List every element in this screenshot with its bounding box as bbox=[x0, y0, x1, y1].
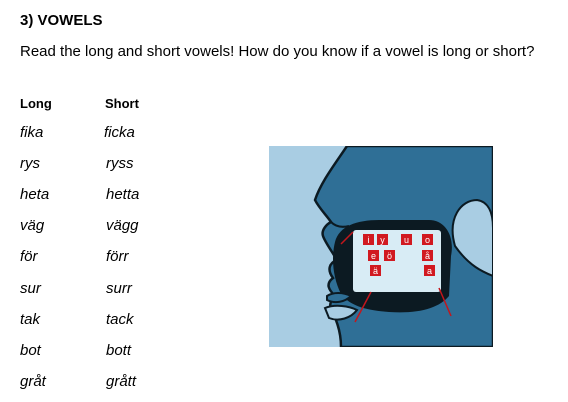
exercise-question: Read the long and short vowels! How do y… bbox=[20, 43, 535, 60]
short-vowel-word: surr bbox=[106, 280, 132, 297]
svg-text:a: a bbox=[427, 266, 432, 276]
exercise-heading: 3) VOWELS bbox=[20, 12, 103, 29]
long-vowel-word: fika bbox=[20, 124, 44, 141]
vowel-label-u: u bbox=[401, 234, 412, 245]
long-vowel-word: rys bbox=[20, 155, 40, 172]
long-vowel-word: väg bbox=[20, 217, 45, 234]
vowel-quadrilateral-image: i y u o e ö å ä a bbox=[269, 144, 495, 349]
column-header-short: Short bbox=[105, 96, 139, 111]
long-vowel-word: bot bbox=[20, 342, 41, 359]
vowel-label-ö: ö bbox=[384, 250, 395, 261]
long-vowel-word: heta bbox=[20, 186, 50, 203]
long-vowel-word: gråt bbox=[20, 373, 46, 390]
long-vowel-word: tak bbox=[20, 311, 41, 328]
svg-text:ä: ä bbox=[373, 266, 378, 276]
svg-text:e: e bbox=[371, 251, 376, 261]
svg-text:å: å bbox=[425, 251, 430, 261]
column-header-long: Long bbox=[20, 96, 52, 111]
svg-text:o: o bbox=[425, 235, 430, 245]
vowel-label-ä: ä bbox=[370, 265, 381, 276]
vowel-label-i: i bbox=[363, 234, 374, 245]
vowel-label-o: o bbox=[422, 234, 433, 245]
short-vowel-word: bott bbox=[106, 342, 132, 359]
vowel-label-å: å bbox=[422, 250, 433, 261]
svg-text:u: u bbox=[404, 235, 409, 245]
long-vowel-word: för bbox=[20, 248, 38, 265]
short-vowel-word: ryss bbox=[106, 155, 134, 172]
svg-text:i: i bbox=[368, 235, 370, 245]
short-vowel-word: ficka bbox=[104, 124, 135, 141]
vowel-label-a: a bbox=[424, 265, 435, 276]
short-vowel-word: förr bbox=[106, 248, 129, 265]
short-vowel-word: tack bbox=[106, 311, 134, 328]
vowel-label-y: y bbox=[377, 234, 388, 245]
vowel-label-e: e bbox=[368, 250, 379, 261]
svg-text:ö: ö bbox=[387, 251, 392, 261]
long-vowel-word: sur bbox=[20, 280, 41, 297]
svg-text:y: y bbox=[380, 235, 385, 245]
short-vowel-word: grått bbox=[106, 373, 137, 390]
short-vowel-word: hetta bbox=[106, 186, 140, 203]
mouth-vowel-illustration: i y u o e ö å ä a bbox=[269, 144, 495, 349]
short-vowel-word: vägg bbox=[106, 217, 139, 234]
